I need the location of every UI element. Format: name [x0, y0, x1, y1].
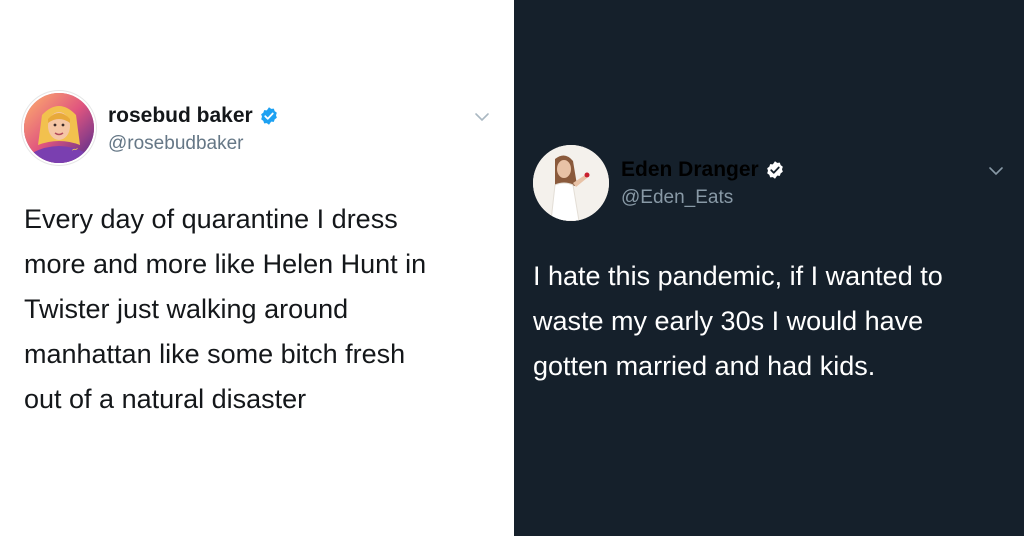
- verified-badge-icon: [260, 107, 277, 125]
- rosebud-tweet-text: Every day of quarantine I dress more and…: [24, 197, 494, 422]
- tweet-line: manhattan like some bitch fresh: [24, 339, 406, 369]
- rosebud-avatar[interactable]: ~: [24, 93, 94, 163]
- tweet-line: waste my early 30s I would have: [533, 306, 924, 336]
- rosebud-handle[interactable]: @rosebudbaker: [108, 133, 243, 155]
- verified-badge-icon: [766, 161, 783, 179]
- rosebud-name-row[interactable]: rosebud baker: [108, 104, 279, 128]
- tweet-line: more and more like Helen Hunt in: [24, 249, 427, 279]
- tweet-line: Twister just walking around: [24, 294, 349, 324]
- tweet-line: Every day of quarantine I dress: [24, 204, 398, 234]
- rosebud-avatar-illustration: ~: [24, 93, 94, 163]
- eden-avatar-photo: [533, 145, 609, 221]
- tweet-line: I hate this pandemic, if I wanted to: [533, 261, 943, 291]
- eden-avatar[interactable]: [533, 145, 609, 221]
- eden-handle[interactable]: @Eden_Eats: [621, 187, 733, 209]
- tweet-line: gotten married and had kids.: [533, 351, 876, 381]
- rosebud-display-name[interactable]: rosebud baker: [108, 104, 253, 128]
- eden-display-name[interactable]: Eden Dranger: [621, 158, 759, 182]
- chevron-down-icon[interactable]: [988, 166, 1004, 176]
- tweet-comparison: ~ rosebud baker @rosebudbaker Every day …: [0, 0, 1024, 536]
- chevron-down-icon[interactable]: [474, 112, 490, 122]
- eden-tweet-text: I hate this pandemic, if I wanted to was…: [533, 254, 1003, 389]
- tweet-line: out of a natural disaster: [24, 384, 307, 414]
- eden-name-row[interactable]: Eden Dranger: [621, 158, 785, 182]
- left-tweet-card: ~ rosebud baker @rosebudbaker Every day …: [0, 0, 514, 536]
